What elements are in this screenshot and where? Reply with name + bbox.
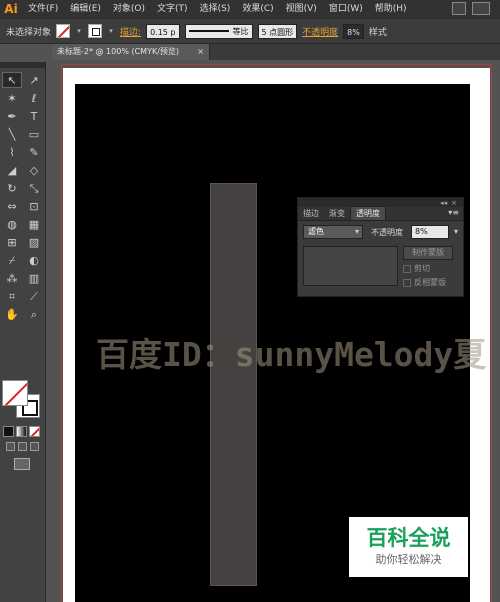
document-tab-bar: 未标题-2* @ 100% (CMYK/预览) × xyxy=(52,44,500,60)
artboard-icon[interactable]: ⌗ xyxy=(2,288,22,304)
blend-icon[interactable]: ◐ xyxy=(24,252,44,268)
symbol-sprayer-icon[interactable]: ⁂ xyxy=(2,270,22,286)
menu-bar: Ai 文件(F) 编辑(E) 对象(O) 文字(T) 选择(S) 效果(C) 视… xyxy=(0,0,500,18)
draw-inside-icon[interactable] xyxy=(30,442,39,451)
color-mode-icon[interactable] xyxy=(3,426,14,437)
invert-mask-label: 反相蒙版 xyxy=(414,278,446,287)
draw-behind-icon[interactable] xyxy=(18,442,27,451)
menu-effect[interactable]: 效果(C) xyxy=(236,0,279,18)
perspective-grid-icon[interactable]: ▦ xyxy=(24,216,44,232)
fill-color-box[interactable] xyxy=(2,380,28,406)
tab-transparency[interactable]: 透明度 xyxy=(350,206,386,220)
blob-brush-icon[interactable]: ◢ xyxy=(2,162,22,178)
watermark-text: 百度ID：sunnyMelody夏 xyxy=(96,335,487,374)
baike-subtitle: 助你轻松解决 xyxy=(375,553,442,566)
transparency-panel: ◂◂ × 描边 渐变 透明度 ▾≡ 滤色 不透明度 8% 制作蒙版 剪切 反相蒙… xyxy=(297,197,464,297)
gradient-icon[interactable]: ▨ xyxy=(24,234,44,250)
stroke-line-icon xyxy=(188,30,229,32)
menu-select[interactable]: 选择(S) xyxy=(194,0,237,18)
direct-selection-icon[interactable]: ↗ xyxy=(24,72,44,88)
eraser-icon[interactable]: ◇ xyxy=(24,162,44,178)
menu-type[interactable]: 文字(T) xyxy=(151,0,194,18)
eyedropper-icon[interactable]: ⌿ xyxy=(2,252,22,268)
make-mask-button[interactable]: 制作蒙版 xyxy=(403,246,453,260)
invert-mask-checkbox[interactable] xyxy=(403,278,411,287)
toolbox: ↖ ↗ ✶ ℓ ✒ T ╲ ▭ ⌇ ✎ ◢ ◇ ↻ ⤡ ⇔ ⊡ ◍ ▦ ⊞ ▨ … xyxy=(0,62,46,602)
arrange-documents-icon[interactable] xyxy=(472,2,490,15)
control-bar: 未选择对象 ▾ ▾ 描边: 0.15 p 等比 5 点圆形 不透明度 8% 样式 xyxy=(0,18,500,44)
panel-menu-icon[interactable]: ▾≡ xyxy=(448,208,459,217)
stroke-profile-select[interactable]: 等比 xyxy=(184,23,253,39)
invert-mask-option[interactable]: 反相蒙版 xyxy=(403,277,453,288)
selection-status: 未选择对象 xyxy=(6,27,52,38)
pencil-icon[interactable]: ✎ xyxy=(24,144,44,160)
zoom-icon[interactable]: ⌕ xyxy=(24,306,44,322)
tab-gradient[interactable]: 渐变 xyxy=(324,207,350,220)
menu-edit[interactable]: 编辑(E) xyxy=(64,0,107,18)
free-transform-icon[interactable]: ⊡ xyxy=(24,198,44,214)
collapse-icon[interactable]: ◂◂ xyxy=(440,199,447,207)
document-tab[interactable]: 未标题-2* @ 100% (CMYK/预览) × xyxy=(52,44,210,60)
menu-view[interactable]: 视图(V) xyxy=(280,0,323,18)
menu-object[interactable]: 对象(O) xyxy=(107,0,151,18)
shape-builder-icon[interactable]: ◍ xyxy=(2,216,22,232)
stroke-profile-label: 等比 xyxy=(232,26,249,36)
stroke-swatch-icon[interactable] xyxy=(88,24,103,38)
blend-mode-select[interactable]: 滤色 xyxy=(303,225,363,239)
document-tab-title: 未标题-2* @ 100% (CMYK/预览) xyxy=(57,47,180,56)
menu-window[interactable]: 窗口(W) xyxy=(323,0,369,18)
baike-logo: 百科全说 助你轻松解决 xyxy=(349,517,468,577)
opacity-link[interactable]: 不透明度 xyxy=(302,25,338,38)
pen-icon[interactable]: ✒ xyxy=(2,108,22,124)
stroke-link[interactable]: 描边: xyxy=(120,25,141,38)
column-graph-icon[interactable]: ▥ xyxy=(24,270,44,286)
scale-icon[interactable]: ⤡ xyxy=(24,180,44,196)
rectangle-icon[interactable]: ▭ xyxy=(24,126,44,142)
draw-normal-icon[interactable] xyxy=(6,442,15,451)
menu-help[interactable]: 帮助(H) xyxy=(369,0,413,18)
stroke-dropdown-icon[interactable]: ▾ xyxy=(107,24,115,38)
width-icon[interactable]: ⇔ xyxy=(2,198,22,214)
app-logo: Ai xyxy=(4,2,18,16)
gradient-mode-icon[interactable] xyxy=(16,426,27,437)
panel-close-icon[interactable]: × xyxy=(451,199,457,207)
tab-stroke[interactable]: 描边 xyxy=(298,207,324,220)
mesh-icon[interactable]: ⊞ xyxy=(2,234,22,250)
opacity-input[interactable]: 8% xyxy=(411,225,458,239)
close-icon[interactable]: × xyxy=(197,44,204,60)
type-icon[interactable]: T xyxy=(24,108,44,124)
clip-checkbox[interactable] xyxy=(403,264,411,273)
stroke-weight-field[interactable]: 0.15 p xyxy=(146,23,180,39)
line-icon[interactable]: ╲ xyxy=(2,126,22,142)
rotate-icon[interactable]: ↻ xyxy=(2,180,22,196)
brush-select[interactable]: 5 点圆形 xyxy=(257,23,298,39)
opacity-label: 不透明度 xyxy=(371,227,403,237)
hand-icon[interactable]: ✋ xyxy=(2,306,22,322)
paintbrush-icon[interactable]: ⌇ xyxy=(2,144,22,160)
selection-icon[interactable]: ↖ xyxy=(2,72,22,88)
screen-mode-icon[interactable] xyxy=(14,458,30,470)
fill-dropdown-icon[interactable]: ▾ xyxy=(75,24,83,38)
fill-stroke-control xyxy=(2,380,42,420)
none-mode-icon[interactable] xyxy=(29,426,40,437)
gray-rectangle-shape[interactable] xyxy=(210,183,257,586)
clip-option[interactable]: 剪切 xyxy=(403,263,453,274)
fill-swatch-icon[interactable] xyxy=(56,24,71,38)
mask-thumbnail xyxy=(303,246,398,286)
magic-wand-icon[interactable]: ✶ xyxy=(2,90,22,106)
style-label[interactable]: 样式 xyxy=(369,25,387,38)
lasso-icon[interactable]: ℓ xyxy=(24,90,44,106)
opacity-field[interactable]: 8% xyxy=(343,23,364,39)
baike-title: 百科全说 xyxy=(366,526,451,550)
bridge-icon[interactable] xyxy=(452,2,466,15)
clip-label: 剪切 xyxy=(414,264,430,273)
menu-file[interactable]: 文件(F) xyxy=(22,0,64,18)
slice-icon[interactable]: ⟋ xyxy=(24,288,44,304)
